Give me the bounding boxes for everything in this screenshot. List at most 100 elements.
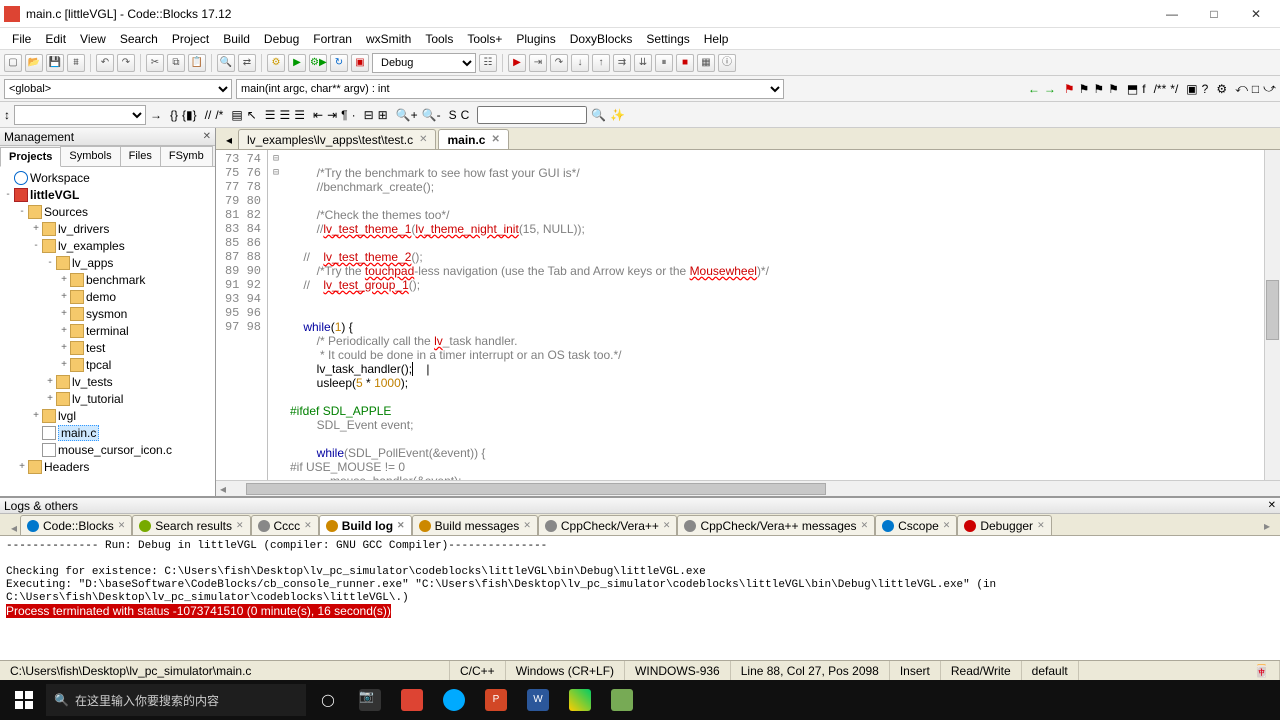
mgmt-tab-files[interactable]: Files [120, 146, 161, 166]
doxy-config-button[interactable]: ⚙ [1216, 82, 1227, 96]
taskbar-word[interactable]: W [518, 684, 558, 716]
menu-doxyblocks[interactable]: DoxyBlocks [564, 30, 639, 48]
debug-run-button[interactable]: ▶ [508, 54, 526, 72]
copy-button[interactable]: ⧉ [167, 54, 185, 72]
cut-button[interactable]: ✂ [146, 54, 164, 72]
toggle-comment-button[interactable]: // [205, 108, 212, 122]
log-tab-search-results[interactable]: Search results✕ [132, 515, 250, 535]
log-tab-code-blocks[interactable]: Code::Blocks✕ [20, 515, 132, 535]
tree-node[interactable]: +terminal [2, 322, 213, 339]
menu-tools[interactable]: Tools [419, 30, 459, 48]
vertical-scrollbar[interactable] [1264, 150, 1280, 480]
tree-node[interactable]: +benchmark [2, 271, 213, 288]
tree-node[interactable]: -lv_apps [2, 254, 213, 271]
tree-node[interactable]: +Headers [2, 458, 213, 475]
whitespace-button[interactable]: · [352, 108, 356, 122]
close-button[interactable]: ✕ [1236, 2, 1276, 26]
tree-node[interactable]: +test [2, 339, 213, 356]
nav-back-button[interactable]: ← [1028, 82, 1040, 96]
prev-bookmark2-button[interactable]: ☰ [280, 108, 291, 122]
unfold-all-button[interactable]: ⊞ [378, 108, 388, 122]
menu-tools+[interactable]: Tools+ [461, 30, 508, 48]
replace-button[interactable]: ⇄ [238, 54, 256, 72]
incremental-search-input[interactable] [477, 106, 587, 124]
menu-settings[interactable]: Settings [640, 30, 695, 48]
bookmark-toggle-button[interactable]: ⚑ [1064, 82, 1075, 96]
step-into-button[interactable]: ↓ [571, 54, 589, 72]
log-tab-build-messages[interactable]: Build messages✕ [412, 515, 538, 535]
bookmark-next-button[interactable]: ⚑ [1093, 82, 1104, 96]
open-button[interactable]: 📂 [25, 54, 43, 72]
step-out-button[interactable]: ↑ [592, 54, 610, 72]
eol-button[interactable]: ¶ [341, 108, 347, 122]
indent-button[interactable]: ⇤ [313, 108, 323, 122]
tree-node[interactable]: +demo [2, 288, 213, 305]
start-button[interactable] [4, 684, 44, 716]
jump-back-button[interactable]: ⤺ [1235, 81, 1248, 96]
zoom-out-button[interactable]: 🔍- [422, 108, 441, 122]
find-button[interactable]: 🔍 [217, 54, 235, 72]
next-bookmark2-button[interactable]: ☰ [294, 108, 305, 122]
tree-node[interactable]: -lv_examples [2, 237, 213, 254]
bookmark-prev-button[interactable]: ⚑ [1079, 82, 1090, 96]
build-button[interactable]: ⚙ [267, 54, 285, 72]
rebuild-button[interactable]: ↻ [330, 54, 348, 72]
jump-frame-button[interactable]: □ [1252, 82, 1259, 96]
project-tree[interactable]: Workspace-littleVGL-Sources+lv_drivers-l… [0, 167, 215, 496]
code-content[interactable]: /*Try the benchmark to see how fast your… [284, 150, 1280, 480]
match-brace-button[interactable]: {} [170, 108, 178, 122]
tree-node[interactable]: +sysmon [2, 305, 213, 322]
new-file-button[interactable]: ▢ [4, 54, 22, 72]
highlight-button[interactable]: ✨ [610, 108, 625, 122]
function-select[interactable]: main(int argc, char** argv) : int [236, 79, 784, 99]
info-button[interactable]: ⓘ [718, 54, 736, 72]
tree-node[interactable]: mouse_cursor_icon.c [2, 441, 213, 458]
tree-node[interactable]: Workspace [2, 169, 213, 186]
menu-project[interactable]: Project [166, 30, 215, 48]
tree-node[interactable]: main.c [2, 424, 213, 441]
save-all-button[interactable]: ⩩ [67, 54, 85, 72]
logs-close-button[interactable]: ✕ [1268, 500, 1276, 511]
select-brace-button[interactable]: {▮} [182, 108, 197, 122]
logs-tab-scroll-right[interactable]: ▸ [1258, 517, 1276, 535]
editor-tab[interactable]: lv_examples\lv_apps\test\test.c✕ [238, 129, 436, 149]
logs-tab-scroll-left[interactable]: ◂ [8, 521, 20, 535]
search-button[interactable]: 🔍 [591, 108, 606, 122]
step-instr-button[interactable]: ⇊ [634, 54, 652, 72]
jump-fwd-button[interactable]: ⤻ [1263, 81, 1276, 96]
tree-node[interactable]: +lv_tutorial [2, 390, 213, 407]
editor-tab[interactable]: main.c✕ [438, 129, 508, 149]
taskbar-powerpoint[interactable]: P [476, 684, 516, 716]
management-close-button[interactable]: ✕ [203, 131, 211, 142]
menu-search[interactable]: Search [114, 30, 164, 48]
mgmt-tab-fsymb[interactable]: FSymb [160, 146, 213, 166]
menu-plugins[interactable]: Plugins [510, 30, 561, 48]
log-tab-cppcheck-vera-messages[interactable]: CppCheck/Vera++ messages✕ [677, 515, 875, 535]
taskbar-app2[interactable] [560, 684, 600, 716]
menu-fortran[interactable]: Fortran [307, 30, 358, 48]
horizontal-scrollbar[interactable]: ◂ [216, 480, 1280, 496]
save-button[interactable]: 💾 [46, 54, 64, 72]
taskbar-search[interactable]: 🔍 在这里输入你要搜索的内容 [46, 684, 306, 716]
abort-button[interactable]: ▣ [351, 54, 369, 72]
menu-edit[interactable]: Edit [39, 30, 72, 48]
toggle-bookmark2-button[interactable]: ☰ [265, 108, 276, 122]
next-instr-button[interactable]: ⇉ [613, 54, 631, 72]
maximize-button[interactable]: □ [1194, 2, 1234, 26]
fold-gutter[interactable]: ⊟ ⊟ [268, 150, 284, 480]
tree-node[interactable]: +lv_drivers [2, 220, 213, 237]
zoom-in-button[interactable]: 🔍+ [396, 108, 418, 122]
tab-scroll-left-button[interactable]: ◂ [226, 133, 238, 149]
task-view-button[interactable]: ◯ [308, 684, 348, 716]
build-target-select[interactable]: Debug [372, 53, 476, 73]
tab-close-icon[interactable]: ✕ [419, 134, 427, 145]
debug-windows-button[interactable]: ▦ [697, 54, 715, 72]
log-tab-debugger[interactable]: Debugger✕ [957, 515, 1051, 535]
doxy-chm-button[interactable]: ? [1202, 82, 1209, 96]
menu-wxsmith[interactable]: wxSmith [360, 30, 417, 48]
highlight-c-button[interactable]: C [461, 108, 470, 122]
goto-button[interactable]: → [150, 108, 162, 122]
minimize-button[interactable]: ― [1152, 2, 1192, 26]
run-to-cursor-button[interactable]: ⇥ [529, 54, 547, 72]
tree-node[interactable]: +lvgl [2, 407, 213, 424]
